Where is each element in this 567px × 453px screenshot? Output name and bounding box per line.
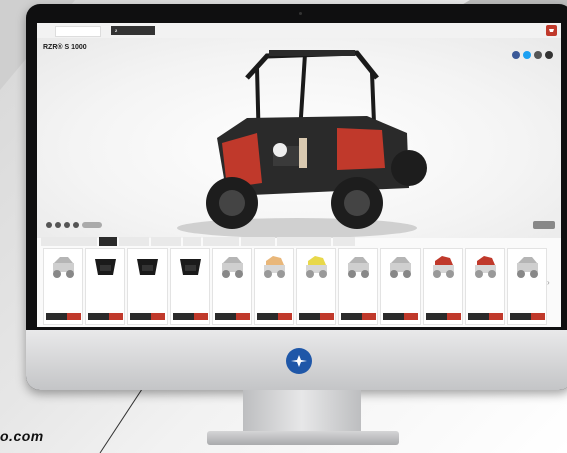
product-thumbnail [432, 256, 454, 278]
step-tab-number: 2 [115, 28, 118, 33]
category-tab[interactable] [277, 237, 331, 246]
monitor-stand [243, 390, 361, 435]
add-to-cart-button[interactable] [256, 313, 292, 320]
top-step-bar: 2 [37, 23, 561, 39]
product-thumbnail [263, 256, 285, 278]
product-card[interactable] [127, 248, 168, 325]
category-tab[interactable] [183, 237, 201, 246]
price-tag [362, 313, 377, 320]
product-card[interactable] [464, 248, 505, 325]
webcam [299, 12, 302, 15]
step-tab-1[interactable] [55, 26, 101, 37]
view-toggle-button[interactable] [82, 222, 102, 228]
product-card[interactable] [211, 248, 252, 325]
website-text: o.com [0, 428, 44, 444]
step-tab-2[interactable]: 2 [111, 26, 155, 35]
category-tabs [41, 237, 355, 246]
chevron-right-icon[interactable]: › [547, 278, 555, 290]
vehicle-image [177, 50, 427, 238]
product-card[interactable] [422, 248, 463, 325]
product-thumbnail [390, 257, 412, 278]
add-to-cart-button[interactable] [425, 313, 461, 320]
category-tab[interactable] [203, 237, 239, 246]
product-thumbnail [221, 257, 243, 278]
product-thumbnail [53, 257, 74, 278]
add-to-cart-button[interactable] [172, 313, 208, 320]
viewer-controls [46, 222, 102, 228]
product-thumbnail [179, 259, 201, 275]
category-tab[interactable] [119, 237, 149, 246]
add-to-cart-button[interactable] [383, 313, 419, 320]
vehicle-3d-viewer[interactable] [37, 38, 561, 238]
product-thumbnail [474, 256, 496, 278]
product-card[interactable] [296, 248, 337, 325]
price-tag [404, 313, 419, 320]
email-icon[interactable] [534, 51, 542, 59]
twitter-icon[interactable] [523, 51, 531, 59]
product-card[interactable] [169, 248, 210, 325]
price-tag [109, 313, 124, 320]
product-thumbnail [306, 256, 328, 278]
brand-logo [286, 348, 312, 374]
add-to-cart-button[interactable] [46, 313, 81, 320]
product-card[interactable] [380, 248, 421, 325]
product-card[interactable] [85, 248, 126, 325]
category-tab[interactable] [41, 237, 97, 246]
add-to-cart-button[interactable] [214, 313, 250, 320]
price-tag [488, 313, 503, 320]
rotate-left-icon[interactable] [46, 222, 52, 228]
product-thumbnail [137, 259, 159, 275]
share-buttons [512, 51, 553, 59]
price-tag [151, 313, 166, 320]
zoom-in-icon[interactable] [64, 222, 70, 228]
facebook-icon[interactable] [512, 51, 520, 59]
product-card[interactable] [506, 248, 548, 325]
product-card[interactable] [338, 248, 379, 325]
add-to-cart-button[interactable] [88, 313, 124, 320]
price-tag [277, 313, 292, 320]
add-to-cart-button[interactable] [509, 313, 545, 320]
reset-view-button[interactable] [533, 221, 555, 229]
product-thumbnail [95, 259, 117, 275]
add-to-cart-button[interactable] [130, 313, 166, 320]
accessory-carousel [43, 248, 548, 325]
monitor-base [207, 431, 399, 445]
category-tab[interactable] [241, 237, 275, 246]
rotate-right-icon[interactable] [55, 222, 61, 228]
category-tab[interactable] [99, 237, 117, 246]
category-tab[interactable] [151, 237, 181, 246]
product-thumbnail [516, 257, 538, 278]
price-tag [67, 313, 81, 320]
cart-icon[interactable] [546, 25, 557, 36]
price-tag [530, 313, 545, 320]
product-title: RZR® S 1000 [43, 44, 87, 51]
category-tab[interactable] [333, 237, 355, 246]
price-tag [320, 313, 335, 320]
price-tag [446, 313, 461, 320]
price-tag [193, 313, 208, 320]
add-to-cart-button[interactable] [341, 313, 377, 320]
product-card[interactable] [253, 248, 295, 325]
zoom-out-icon[interactable] [73, 222, 79, 228]
add-to-cart-button[interactable] [299, 313, 335, 320]
link-icon[interactable] [545, 51, 553, 59]
product-card[interactable] [43, 248, 84, 325]
configurator-screen: 2 RZR® S 1000 › [37, 23, 561, 327]
add-to-cart-button[interactable] [467, 313, 503, 320]
product-thumbnail [348, 257, 370, 278]
price-tag [235, 313, 250, 320]
